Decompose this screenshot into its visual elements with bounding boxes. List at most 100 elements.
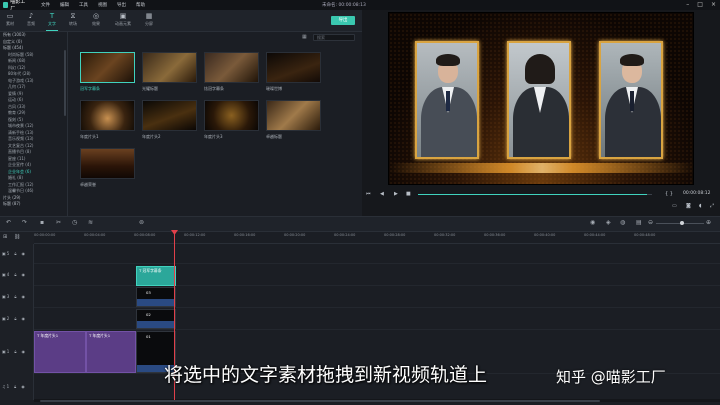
thumbnail-preview <box>143 101 196 130</box>
category-item[interactable]: 标题 (87) <box>0 201 67 208</box>
watermark: 知乎 @喵影工厂 <box>556 368 666 386</box>
thumbnail-preview <box>81 53 134 82</box>
redo-icon[interactable]: ↷ <box>22 219 27 226</box>
speed-icon[interactable]: ◷ <box>72 219 77 226</box>
eye-icon[interactable]: ◉ <box>21 349 25 354</box>
eye-icon[interactable]: ◉ <box>21 251 25 256</box>
menu-bar: 文件 编辑 工具 视图 导出 帮助 <box>36 2 150 8</box>
fullscreen-icon[interactable]: ▭ <box>672 203 677 209</box>
timeline-scrollbar-thumb[interactable] <box>40 400 600 402</box>
title-thumbnail[interactable] <box>204 100 259 131</box>
volume-icon[interactable]: ◖ <box>699 203 702 209</box>
track-header[interactable]: ▣1 🔒︎ ◉ <box>0 349 34 354</box>
category-scrollbar[interactable] <box>64 50 66 116</box>
thumbnail-label: 冠军字幕条 <box>80 86 100 91</box>
tab-effects[interactable]: ◎ 效果 <box>86 12 106 27</box>
tab-split-screen[interactable]: ▦ 分屏 <box>139 12 159 27</box>
eye-icon[interactable]: ◉ <box>21 272 25 277</box>
title-thumbnail[interactable] <box>142 52 197 83</box>
stop-icon[interactable]: ■ <box>406 191 411 197</box>
intro-clip[interactable]: T 年度片头1 <box>34 331 86 373</box>
menu-edit[interactable]: 编辑 <box>55 2 74 8</box>
zoom-out-icon[interactable]: ⊖ <box>648 219 653 226</box>
tab-media[interactable]: ▭ 素材 <box>0 12 20 27</box>
track-header[interactable]: ▣3 🔒︎ ◉ <box>0 294 34 299</box>
track-header[interactable]: ▣2 🔒︎ ◉ <box>0 316 34 321</box>
zoom-in-icon[interactable]: ⊕ <box>706 219 711 226</box>
menu-export[interactable]: 导出 <box>112 2 131 8</box>
title-thumbnail[interactable] <box>142 100 197 131</box>
preview-timecode: 00:00:08:12 <box>683 191 711 196</box>
menu-help[interactable]: 帮助 <box>131 2 150 8</box>
maximize-icon[interactable]: □ <box>697 1 703 8</box>
clip-audio-bar <box>137 299 175 306</box>
grid-view-icon[interactable]: ▦ <box>302 34 310 41</box>
tab-text[interactable]: T 文字 <box>42 12 62 31</box>
snap-icon[interactable]: ⊚ <box>139 219 144 226</box>
eye-icon[interactable]: ◉ <box>21 316 25 321</box>
folder-icon: ▭ <box>6 12 14 20</box>
track-row[interactable] <box>34 244 720 264</box>
tab-elements[interactable]: ▣ 动画元素 <box>111 12 135 27</box>
search-input[interactable]: 搜索 <box>313 34 355 41</box>
lock-icon[interactable]: 🔒︎ <box>14 272 16 277</box>
thumbnail-label: 卓越标题 <box>266 134 282 139</box>
lock-icon[interactable]: 🔒︎ <box>14 349 16 354</box>
thumbnail-preview <box>205 53 258 82</box>
delete-icon[interactable]: ▪ <box>40 219 44 226</box>
portrait-man-left <box>415 41 479 159</box>
title-thumbnail[interactable] <box>266 100 321 131</box>
title-thumbnail[interactable] <box>266 52 321 83</box>
link-icon[interactable]: ⛓ <box>14 234 20 240</box>
mic-icon[interactable]: ◍ <box>620 219 625 226</box>
cut-icon[interactable]: ✂ <box>56 219 61 226</box>
expand-icon[interactable]: ⤢ <box>710 203 714 209</box>
minimize-icon[interactable]: – <box>686 1 689 8</box>
play-back-icon[interactable]: ◀ <box>380 191 384 197</box>
add-track-icon[interactable]: ⊞ <box>3 234 7 240</box>
title-thumbnail[interactable] <box>80 52 135 83</box>
prev-frame-icon[interactable]: ⏮ <box>366 191 371 197</box>
lock-icon[interactable]: 🔒︎ <box>14 294 16 299</box>
adjust-icon[interactable]: ≋ <box>88 219 93 226</box>
intro-clip[interactable]: T 年度片头1 <box>86 331 136 373</box>
logo-icon <box>3 2 9 8</box>
lock-icon[interactable]: 🔒︎ <box>14 316 16 321</box>
title-thumbnail[interactable] <box>80 148 135 179</box>
window-controls: – □ × <box>686 1 716 8</box>
play-icon[interactable]: ▶ <box>394 191 398 197</box>
menu-tools[interactable]: 工具 <box>74 2 93 8</box>
zoom-slider-knob[interactable] <box>680 221 684 225</box>
tab-transition[interactable]: ⧖ 转场 <box>63 12 83 27</box>
close-icon[interactable]: × <box>711 1 716 8</box>
lock-icon[interactable]: 🔒︎ <box>14 251 16 256</box>
speaker-icon[interactable]: ◉ <box>21 384 25 389</box>
eye-icon[interactable]: ◉ <box>21 294 25 299</box>
track-header[interactable]: ▣4 🔒︎ ◉ <box>0 272 34 277</box>
preview-canvas[interactable] <box>388 12 694 185</box>
menu-file[interactable]: 文件 <box>36 2 55 8</box>
video-clip[interactable]: 03 <box>136 287 176 307</box>
snapshot-icon[interactable]: ◙ <box>686 203 691 209</box>
tab-audio[interactable]: ♪ 音频 <box>21 12 41 27</box>
undo-icon[interactable]: ↶ <box>6 219 11 226</box>
menu-view[interactable]: 视图 <box>93 2 112 8</box>
mark-in-out-icon[interactable]: { } <box>665 191 673 197</box>
clip-caption: T 年度片头1 <box>37 333 59 338</box>
thumbnail-label: 璀璨世博 <box>266 86 282 91</box>
track-header[interactable]: ♫1 🔒︎ ◉ <box>0 384 34 389</box>
title-clip[interactable]: T 冠军字幕条 <box>136 266 176 286</box>
marker-icon[interactable]: ◈ <box>606 219 611 226</box>
track-header[interactable]: ▣5 🔒︎ ◉ <box>0 251 34 256</box>
track-number: 4 <box>6 272 10 277</box>
title-thumbnail[interactable] <box>204 52 259 83</box>
title-thumbnail[interactable] <box>80 100 135 131</box>
mixer-icon[interactable]: ▤ <box>636 219 642 226</box>
export-button[interactable]: 导出 <box>331 16 355 25</box>
lock-icon[interactable]: 🔒︎ <box>14 384 16 389</box>
clip-caption: 03 <box>146 290 151 295</box>
video-clip[interactable]: 02 <box>136 309 176 329</box>
media-toolbar: ▭ 素材 ♪ 音频 T 文字 ⧖ 转场 ◎ 效果 ▣ 动画元素 ▦ 分屏 <box>0 10 362 32</box>
ruler-tick-label: 00:00:40:00 <box>534 233 556 237</box>
render-icon[interactable]: ◉ <box>590 219 595 226</box>
